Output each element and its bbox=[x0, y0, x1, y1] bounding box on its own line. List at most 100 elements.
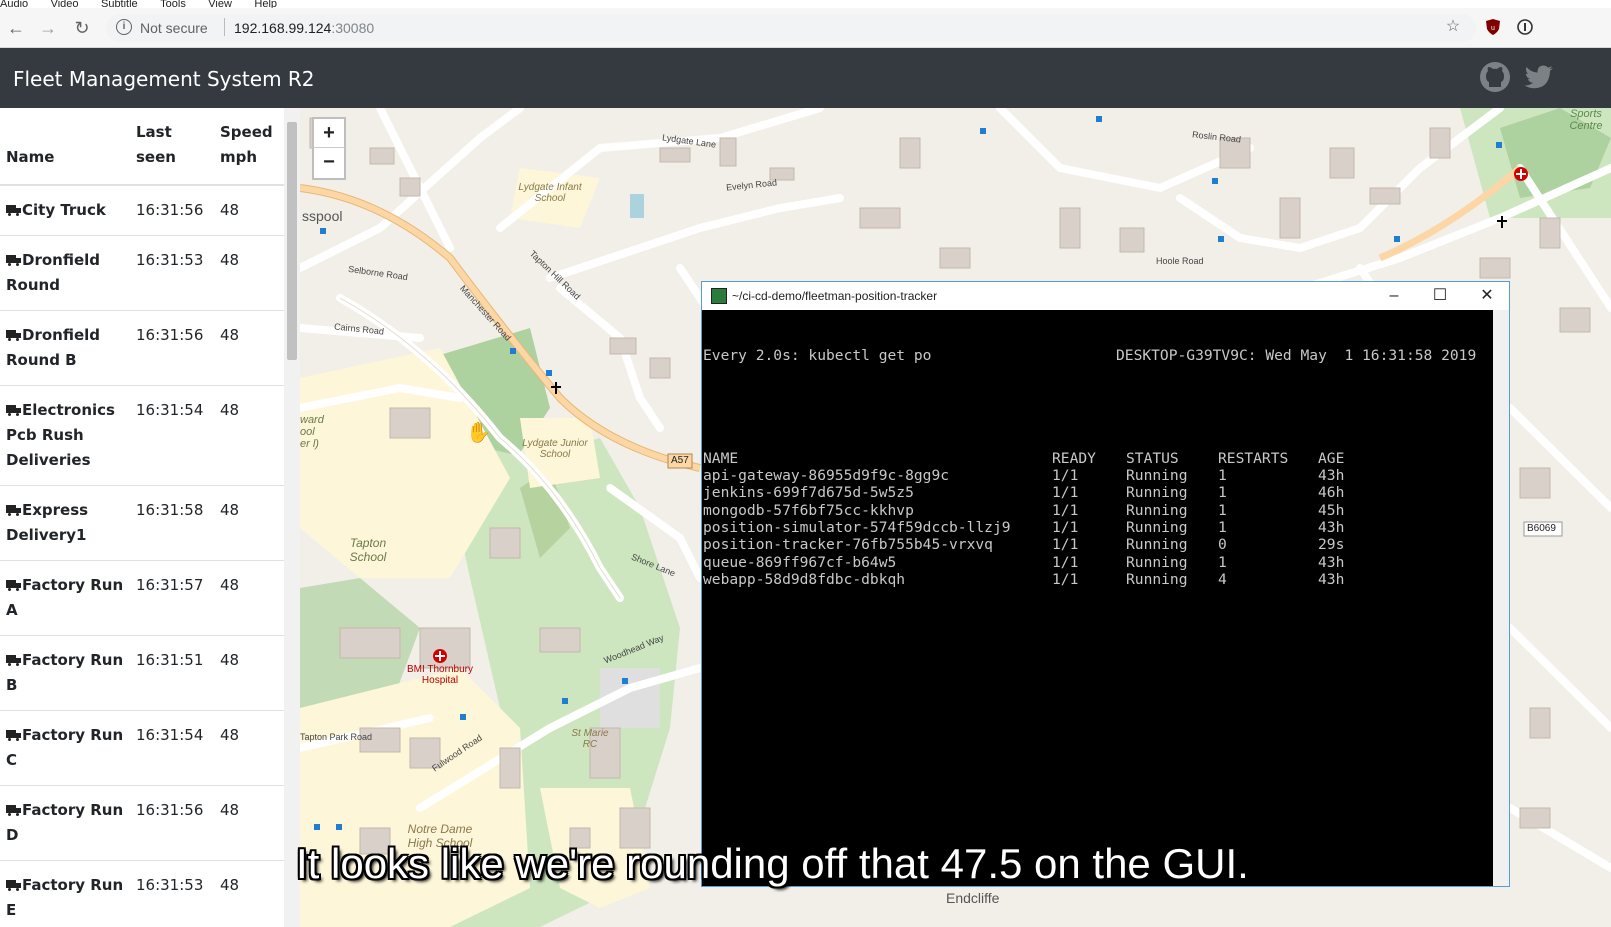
last-seen: 16:31:53 bbox=[130, 860, 214, 927]
pod-cell: 1/1 bbox=[1052, 553, 1079, 571]
table-row[interactable]: Factory Run E 16:31:53 48 bbox=[0, 860, 284, 927]
pod-cell: api-gateway-86955d9f9c-8gg9c bbox=[703, 467, 950, 485]
url-text: 192.168.99.124:30080 bbox=[234, 20, 374, 36]
table-row[interactable]: Factory Run A 16:31:57 48 bbox=[0, 560, 284, 636]
menu-view[interactable]: View bbox=[208, 0, 232, 8]
github-icon[interactable] bbox=[1478, 60, 1512, 94]
vehicle-name[interactable]: Dronfield Round bbox=[0, 235, 130, 311]
pod-cell: queue-869ff967cf-b64w5 bbox=[703, 553, 897, 571]
truck-icon bbox=[6, 330, 21, 341]
forward-arrow-icon[interactable]: → bbox=[36, 16, 60, 40]
pod-cell: 1 bbox=[1218, 501, 1227, 519]
menu-tools[interactable]: Tools bbox=[160, 0, 186, 8]
zoom-out-button[interactable]: − bbox=[312, 147, 346, 180]
last-seen: 16:31:56 bbox=[130, 184, 214, 236]
vehicle-name[interactable]: Dronfield Round B bbox=[0, 310, 130, 386]
pod-cell: 1/1 bbox=[1052, 536, 1079, 554]
last-seen: 16:31:54 bbox=[130, 385, 214, 486]
table-row[interactable]: Electronics Pcb Rush Deliveries 16:31:54 4… bbox=[0, 385, 284, 486]
app-title[interactable]: Fleet Management System R2 bbox=[13, 67, 315, 91]
last-seen: 16:31:54 bbox=[130, 710, 214, 786]
pod-row: mongodb-57f6bf75cc-kkhvp 1/1 Running 1 45h bbox=[703, 502, 1493, 519]
vehicle-name[interactable]: Factory Run B bbox=[0, 635, 130, 711]
header-name[interactable]: Name bbox=[0, 108, 130, 186]
info-icon[interactable]: i bbox=[116, 19, 132, 35]
vehicle-table: Name Last seen Speed mph City Truck 16:31… bbox=[0, 108, 284, 927]
sidebar-scroll-thumb[interactable] bbox=[287, 122, 297, 360]
table-row[interactable]: Dronfield Round 16:31:53 48 bbox=[0, 235, 284, 311]
security-label: Not secure bbox=[140, 20, 208, 36]
terminal-titlebar[interactable]: ~/ci-cd-demo/fleetman-position-tracker –… bbox=[702, 282, 1509, 310]
video-subtitle: It looks like we're rounding off that 47… bbox=[296, 840, 1249, 887]
header-last-seen[interactable]: Last seen bbox=[130, 108, 214, 186]
vehicle-name[interactable]: Electronics Pcb Rush Deliveries bbox=[0, 385, 130, 486]
divider bbox=[224, 18, 225, 36]
speed: 48 bbox=[214, 310, 284, 386]
map-label: Tapton School bbox=[349, 536, 387, 564]
speed: 48 bbox=[214, 710, 284, 786]
pod-cell: 1 bbox=[1218, 553, 1227, 571]
table-row[interactable]: Dronfield Round B 16:31:56 48 bbox=[0, 310, 284, 386]
truck-icon bbox=[6, 880, 21, 891]
pod-cell: position-tracker-76fb755b45-vrxvq bbox=[703, 536, 993, 554]
reload-icon[interactable]: ↻ bbox=[70, 16, 94, 40]
url-port: :30080 bbox=[331, 20, 375, 36]
pod-row: queue-869ff967cf-b64w5 1/1 Running 1 43h bbox=[703, 554, 1493, 571]
zoom-in-button[interactable]: + bbox=[312, 117, 346, 151]
pod-cell: webapp-58d9d8fdbc-dbkqh bbox=[703, 570, 906, 588]
map-label: sspool bbox=[302, 208, 343, 224]
speed: 48 bbox=[214, 235, 284, 311]
map-label: Lydgate Junior School bbox=[522, 438, 588, 460]
menu-subtitle[interactable]: Subtitle bbox=[101, 0, 138, 8]
pod-cell: position-simulator-574f59dccb-llzj9 bbox=[703, 518, 1011, 536]
menu-help[interactable]: Help bbox=[254, 0, 277, 8]
map-label: Hoole Road bbox=[1156, 256, 1204, 266]
table-row[interactable]: Factory Run B 16:31:51 48 bbox=[0, 635, 284, 711]
shield-icon[interactable]: u bbox=[1484, 18, 1502, 36]
minimize-icon[interactable]: – bbox=[1384, 286, 1404, 306]
pod-cell: 1 bbox=[1218, 518, 1227, 536]
twitter-icon[interactable] bbox=[1522, 60, 1556, 94]
menu-audio[interactable]: Audio bbox=[0, 0, 28, 8]
truck-icon bbox=[6, 505, 21, 516]
address-bar[interactable]: i Not secure 192.168.99.124:30080 bbox=[106, 14, 1476, 42]
maximize-icon[interactable]: ☐ bbox=[1430, 286, 1450, 306]
table-row[interactable]: Express Delivery1 16:31:58 48 bbox=[0, 485, 284, 561]
pod-row: api-gateway-86955d9f9c-8gg9c 1/1 Running 1 4… bbox=[703, 467, 1493, 484]
speed: 48 bbox=[214, 860, 284, 927]
pod-row: position-simulator-574f59dccb-llzj9 1/1 Ru… bbox=[703, 519, 1493, 536]
table-row[interactable]: Factory Run D 16:31:56 48 bbox=[0, 785, 284, 861]
terminal-output[interactable]: Every 2.0s: kubectl get po DESKTOP-G39TV9… bbox=[703, 312, 1493, 623]
vehicle-name[interactable]: Factory Run D bbox=[0, 785, 130, 861]
vehicle-name[interactable]: Factory Run C bbox=[0, 710, 130, 786]
pod-cell: 1/1 bbox=[1052, 467, 1079, 485]
truck-icon bbox=[6, 655, 21, 666]
pod-header-row: NAME READY STATUS RESTARTS AGE bbox=[703, 450, 1493, 467]
table-row[interactable]: City Truck 16:31:56 48 bbox=[0, 184, 284, 236]
vehicle-name[interactable]: Factory Run A bbox=[0, 560, 130, 636]
map-label: St Marie RC bbox=[571, 728, 609, 750]
pod-row: position-tracker-76fb755b45-vrxvq 1/1 Runn… bbox=[703, 536, 1493, 553]
terminal-scrollbar[interactable] bbox=[1493, 310, 1509, 886]
terminal-title: ~/ci-cd-demo/fleetman-position-tracker bbox=[732, 289, 938, 303]
map-label: Endcliffe bbox=[946, 890, 1000, 906]
vehicle-name[interactable]: Factory Run E bbox=[0, 860, 130, 927]
pod-cell: 0 bbox=[1218, 536, 1227, 554]
speed: 48 bbox=[214, 635, 284, 711]
info-circle-icon[interactable] bbox=[1516, 18, 1534, 36]
back-arrow-icon[interactable]: ← bbox=[4, 16, 28, 40]
speed: 48 bbox=[214, 485, 284, 561]
table-row[interactable]: Factory Run C 16:31:54 48 bbox=[0, 710, 284, 786]
vehicle-name[interactable]: Express Delivery1 bbox=[0, 485, 130, 561]
watch-command: Every 2.0s: kubectl get po bbox=[703, 346, 932, 364]
terminal-window[interactable]: ~/ci-cd-demo/fleetman-position-tracker –… bbox=[701, 281, 1510, 887]
close-icon[interactable]: ✕ bbox=[1477, 286, 1497, 306]
star-icon[interactable]: ☆ bbox=[1444, 18, 1462, 36]
map-label: ward ool er l) bbox=[300, 414, 324, 450]
pod-row: jenkins-699f7d675d-5w5z5 1/1 Running 1 46h bbox=[703, 484, 1493, 501]
menu-video[interactable]: Video bbox=[51, 0, 79, 8]
vehicle-name[interactable]: City Truck bbox=[0, 184, 130, 236]
header-speed[interactable]: Speed mph bbox=[214, 108, 284, 186]
browser-toolbar: ← → ↻ i Not secure 192.168.99.124:30080 … bbox=[0, 8, 1611, 48]
map-label: Lydgate Infant School bbox=[518, 182, 582, 204]
